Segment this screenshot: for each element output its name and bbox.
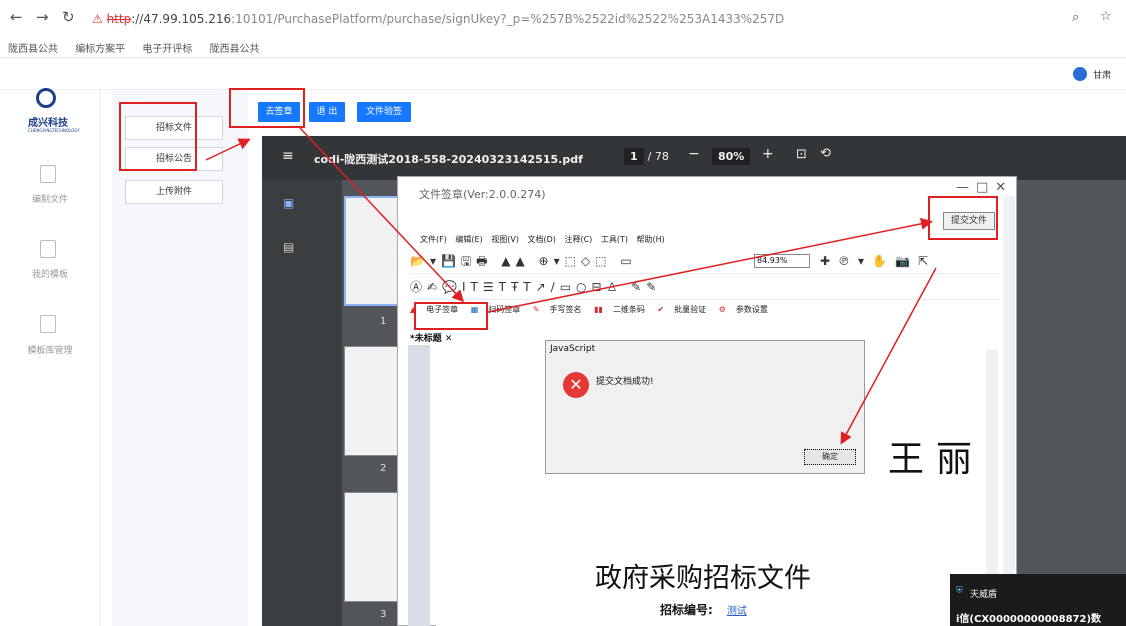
bookmark-item[interactable]: 电子开评标 xyxy=(142,44,192,55)
side-tool-strip[interactable] xyxy=(408,345,430,626)
library-icon[interactable] xyxy=(40,315,56,333)
menu-tools[interactable]: 工具(T) xyxy=(601,235,628,244)
bookmarks-bar: 陇西县公共 编标方案平 电子开评标 陇西县公共 xyxy=(8,40,274,55)
nav-item-library[interactable]: 模板库管理 xyxy=(22,343,78,356)
page-indicator: 1/ 78 xyxy=(624,148,669,165)
check-icon: ✔ xyxy=(657,305,665,314)
back-icon[interactable]: ← xyxy=(10,8,23,26)
zoom-out-icon[interactable]: − xyxy=(688,146,700,162)
gear-icon: ⚙ xyxy=(718,305,726,314)
user-avatar-icon[interactable] xyxy=(1073,67,1087,81)
highlight-box xyxy=(229,88,305,128)
zoom-indicator: 80% xyxy=(712,148,751,165)
logout-button[interactable]: 退 出 xyxy=(309,102,345,122)
zoom-icon[interactable]: ⌕ xyxy=(1072,10,1079,25)
thumbnails-icon[interactable]: ▣ xyxy=(283,196,294,210)
window-controls[interactable]: —□✕ xyxy=(956,180,1013,195)
zoom-value[interactable]: 80% xyxy=(712,148,751,165)
menu-annotate[interactable]: 注释(C) xyxy=(564,235,592,244)
outline-icon[interactable]: ▤ xyxy=(283,240,294,254)
batch-verify-button[interactable]: 批量验证 xyxy=(674,305,706,314)
settings-button[interactable]: 参数设置 xyxy=(736,305,768,314)
thumb-number: 2 xyxy=(380,463,387,474)
zoom-in-icon[interactable]: + xyxy=(762,146,774,162)
bookmark-item[interactable]: 陇西县公共 xyxy=(210,44,260,55)
barcode-icon: ▮▮ xyxy=(594,305,603,314)
file-icon[interactable] xyxy=(40,165,56,183)
url-path: :10101/PurchasePlatform/purchase/signUke… xyxy=(231,12,785,26)
toolbar-tools-icon[interactable]: ✚℗▾✋📷⇱ xyxy=(820,254,936,268)
handwrite-button[interactable]: 手写签名 xyxy=(550,305,582,314)
bid-number-label: 招标编号: xyxy=(660,603,713,617)
page-total: / 78 xyxy=(647,150,669,163)
username[interactable]: 甘肃 xyxy=(1093,68,1111,81)
page-input[interactable]: 1 xyxy=(624,148,644,165)
reload-icon[interactable]: ↻ xyxy=(62,8,75,26)
qrcode-button[interactable]: 二维条码 xyxy=(613,305,645,314)
logo-text: 成兴科技 xyxy=(28,118,68,129)
pen-icon: ✎ xyxy=(532,305,540,314)
menu-document[interactable]: 文档(D) xyxy=(528,235,556,244)
doc-tab-label: *未标题 xyxy=(410,334,442,344)
fit-page-icon[interactable]: ⊡ xyxy=(796,147,807,162)
star-icon[interactable]: ☆ xyxy=(1100,9,1112,24)
scan-sign-button[interactable]: 扫码签章 xyxy=(488,305,520,314)
sign-app-title: 文件签章(Ver:2.0.0.274) xyxy=(419,188,546,201)
logo-icon xyxy=(36,88,56,108)
bookmark-item[interactable]: 编标方案平 xyxy=(75,44,125,55)
url-scheme: http xyxy=(106,12,132,26)
highlight-box xyxy=(928,196,998,240)
thumb-number: 3 xyxy=(380,609,387,620)
highlight-box xyxy=(119,102,197,171)
verify-button[interactable]: 文件验签 xyxy=(357,102,411,122)
document-title: 政府采购招标文件 xyxy=(595,563,811,594)
toolbar-row-2[interactable]: Ⓐ✍💬IT☰TŦT↗∕▭○⊟♙ ✎✎ xyxy=(410,278,1000,300)
menu-view[interactable]: 视图(V) xyxy=(491,235,519,244)
menu-file[interactable]: 文件(F) xyxy=(420,235,447,244)
app-header xyxy=(0,58,1126,90)
zoom-select[interactable]: 84.93% xyxy=(754,254,810,268)
ok-button[interactable]: 确定 xyxy=(804,449,856,465)
thumbnail-panel xyxy=(262,180,342,626)
js-alert-message: 提交文档成功! xyxy=(596,377,654,387)
bid-number-link[interactable]: 测试 xyxy=(727,606,747,617)
doc-tab[interactable]: *未标题 ✕ xyxy=(410,331,452,344)
forward-icon[interactable]: → xyxy=(36,8,49,26)
menu-help[interactable]: 帮助(H) xyxy=(637,235,665,244)
js-alert-title: JavaScript xyxy=(550,344,596,354)
scrollbar[interactable] xyxy=(1003,196,1015,626)
rotate-icon[interactable]: ⟲ xyxy=(820,146,831,161)
nav-item-templates[interactable]: 我的模板 xyxy=(22,267,78,280)
nav-item-compile[interactable]: 编制文件 xyxy=(22,192,78,205)
menu-bar: 文件(F) 编辑(E) 视图(V) 文档(D) 注释(C) 工具(T) 帮助(H… xyxy=(420,234,665,245)
address-bar[interactable]: ⚠ http://47.99.105.216:10101/PurchasePla… xyxy=(92,12,784,26)
url-host: ://47.99.105.216 xyxy=(131,12,232,26)
upload-attachment-button[interactable]: 上传附件 xyxy=(125,180,223,204)
highlight-box xyxy=(414,302,488,330)
menu-icon[interactable]: ≡ xyxy=(282,148,294,164)
error-icon: ✕ xyxy=(563,372,589,398)
thumb-number: 1 xyxy=(380,316,387,327)
template-icon[interactable] xyxy=(40,240,56,258)
logo-subtext: CHENGXINGTECHNOLOGY xyxy=(28,128,80,133)
bookmark-item[interactable]: 陇西县公共 xyxy=(8,44,58,55)
toast-message: i信(CX00000000008872)数 xyxy=(956,614,1102,625)
insecure-icon: ⚠ xyxy=(92,12,107,26)
toast-title: 天威盾 xyxy=(970,590,998,600)
pdf-filename: codi-陇西测试2018-558-20240323142515.pdf xyxy=(314,153,583,166)
bid-number: 招标编号: 测试 xyxy=(660,601,747,618)
menu-edit[interactable]: 编辑(E) xyxy=(455,235,482,244)
handwritten-signature: 王丽 xyxy=(888,439,985,480)
shield-icon: ⛨ xyxy=(956,586,963,596)
